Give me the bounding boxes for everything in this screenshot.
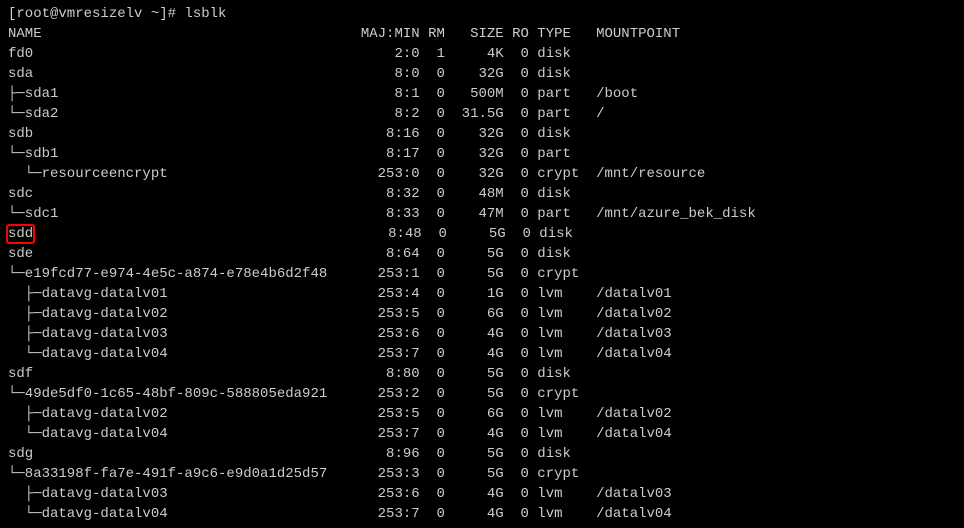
lsblk-row: ├─datavg-datalv03 253:6 0 4G 0 lvm /data… (8, 324, 956, 344)
terminal[interactable]: [root@vmresizelv ~]# lsblkNAME MAJ:MIN R… (0, 0, 964, 528)
lsblk-header-row: NAME MAJ:MIN RM SIZE RO TYPE MOUNTPOINT (8, 24, 956, 44)
lsblk-row: └─datavg-datalv04 253:7 0 4G 0 lvm /data… (8, 504, 956, 524)
lsblk-row: sdb 8:16 0 32G 0 disk (8, 124, 956, 144)
lsblk-row: sda 8:0 0 32G 0 disk (8, 64, 956, 84)
lsblk-row: └─e19fcd77-e974-4e5c-a874-e78e4b6d2f48 2… (8, 264, 956, 284)
lsblk-row: └─sdc1 8:33 0 47M 0 part /mnt/azure_bek_… (8, 204, 956, 224)
lsblk-row: ├─sda1 8:1 0 500M 0 part /boot (8, 84, 956, 104)
lsblk-row: ├─datavg-datalv02 253:5 0 6G 0 lvm /data… (8, 404, 956, 424)
command-line: [root@vmresizelv ~]# lsblk (8, 4, 956, 24)
lsblk-row: sdg 8:96 0 5G 0 disk (8, 444, 956, 464)
lsblk-row: ├─datavg-datalv03 253:6 0 4G 0 lvm /data… (8, 484, 956, 504)
lsblk-row: fd0 2:0 1 4K 0 disk (8, 44, 956, 64)
lsblk-row: └─sdb1 8:17 0 32G 0 part (8, 144, 956, 164)
lsblk-row: └─datavg-datalv04 253:7 0 4G 0 lvm /data… (8, 344, 956, 364)
lsblk-row: sdc 8:32 0 48M 0 disk (8, 184, 956, 204)
lsblk-row: └─resourceencrypt 253:0 0 32G 0 crypt /m… (8, 164, 956, 184)
lsblk-row: sde 8:64 0 5G 0 disk (8, 244, 956, 264)
lsblk-row: ├─datavg-datalv02 253:5 0 6G 0 lvm /data… (8, 304, 956, 324)
lsblk-row: └─8a33198f-fa7e-491f-a9c6-e9d0a1d25d57 2… (8, 464, 956, 484)
typed-command: lsblk (184, 6, 226, 22)
prompt: [root@vmresizelv ~]# (8, 6, 184, 22)
highlight-sdd: sdd (6, 224, 35, 244)
lsblk-row: └─49de5df0-1c65-48bf-809c-588805eda921 2… (8, 384, 956, 404)
lsblk-row: sdf 8:80 0 5G 0 disk (8, 364, 956, 384)
lsblk-row: └─sda2 8:2 0 31.5G 0 part / (8, 104, 956, 124)
lsblk-row: sdd 8:48 0 5G 0 disk (8, 224, 956, 244)
lsblk-row: ├─datavg-datalv01 253:4 0 1G 0 lvm /data… (8, 284, 956, 304)
lsblk-row: └─datavg-datalv04 253:7 0 4G 0 lvm /data… (8, 424, 956, 444)
